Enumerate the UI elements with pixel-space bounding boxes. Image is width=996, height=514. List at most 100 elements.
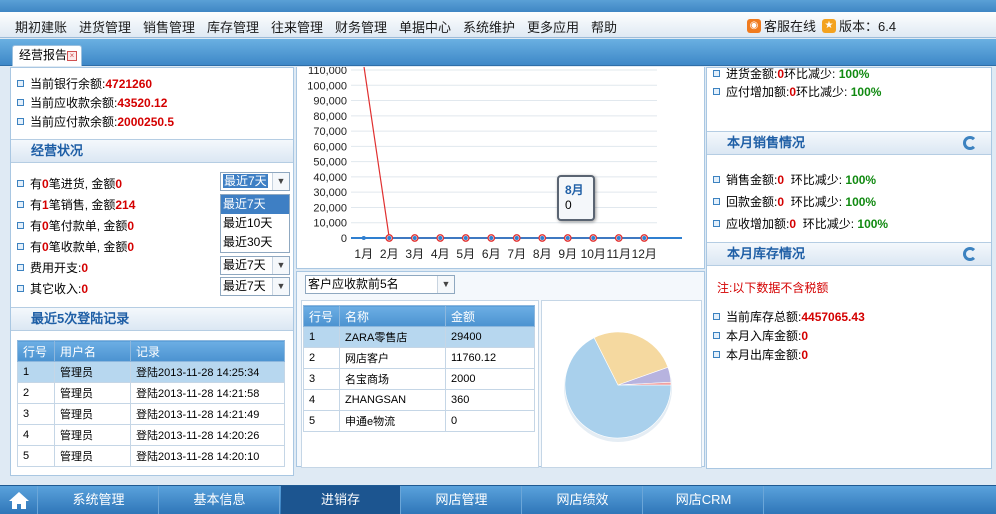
payable-increase-line: 应付增加额: 0 环比减少: 100% [713,83,881,100]
income-period-select[interactable]: 最近7天 ▼ [220,277,290,296]
col-row-no: 行号 [17,340,55,362]
refresh-icon[interactable] [963,247,977,261]
menu-documents[interactable]: 单据中心 [399,17,451,36]
menu-system[interactable]: 系统维护 [463,17,515,36]
monthly-sales-title: 本月销售情况 [727,135,806,150]
tab-business-report[interactable]: 经营报告 × [12,45,82,66]
menu-purchase[interactable]: 进货管理 [79,17,131,36]
tooltip-value: 0 [565,198,572,212]
y-tick-label: 40,000 [313,172,347,184]
data-point [489,236,494,240]
menu-accounts[interactable]: 往来管理 [271,17,323,36]
menu-sales[interactable]: 销售管理 [143,17,195,36]
period-option[interactable]: 最近7天 [221,195,289,214]
col-record: 记录 [130,340,285,362]
receivable-increase-line: 应收增加额: 0 环比减少: 100% [713,215,888,232]
period-option[interactable]: 最近10天 [221,214,289,233]
cell: 网店客户 [339,347,446,369]
payable-balance-value: 2000250.5 [117,114,175,129]
y-tick-label: 110,000 [308,67,347,77]
bullet-icon [17,80,24,87]
other-income-label: 其它收入: [30,282,82,296]
text: 有 [30,240,43,254]
table-row[interactable]: 4 ZHANGSAN 360 [303,389,535,411]
stock-total-line: 当前库存总额: 4457065.43 [713,308,865,325]
table-row[interactable]: 3 管理员 登陆2013-11-28 14:21:49 [17,403,285,425]
bullet-icon [17,201,24,208]
percent: 100% [857,216,889,231]
bullet-icon [17,118,24,125]
collection-amount-line: 回款金额: 0 环比减少: 100% [713,193,876,210]
period-select[interactable]: 最近7天 ▼ [220,172,290,191]
cell: 2 [17,382,55,404]
value: 0 [789,216,797,231]
close-icon[interactable]: × [67,51,77,61]
nav-shop-crm[interactable]: 网店CRM [644,486,764,514]
x-tick-label: 11月 [607,247,631,261]
x-tick-label: 1月 [354,247,373,261]
table-row[interactable]: 5 管理员 登陆2013-11-28 14:20:10 [17,445,285,467]
tab-strip: 经营报告 × [0,39,996,66]
monthly-sales-header: 本月销售情况 [707,131,991,155]
menu-help[interactable]: 帮助 [591,17,617,36]
menu-inventory[interactable]: 库存管理 [207,17,259,36]
data-point [412,236,417,240]
cell: 登陆2013-11-28 14:21:58 [130,382,285,404]
percent: 100% [838,66,870,81]
business-status-header: 经营状况 [11,139,293,163]
bank-balance-label: 当前银行余额: [30,77,106,91]
value: 0 [801,347,809,362]
table-row[interactable]: 1 管理员 登陆2013-11-28 14:25:34 [17,361,285,383]
menu-finance[interactable]: 财务管理 [335,17,387,36]
refresh-icon[interactable] [963,136,977,150]
bullet-icon [17,243,24,250]
cell: 管理员 [54,403,131,425]
cell: 管理员 [54,382,131,404]
receipt-amount: 0 [127,239,135,254]
bullet-icon [713,198,720,205]
tax-note: 注:以下数据不含税额 [717,281,829,295]
percent: 100% [850,84,882,99]
cell: 登陆2013-11-28 14:20:26 [130,424,285,446]
income-period-value: 最近7天 [223,279,266,293]
ranking-select[interactable]: 客户应收款前5名 ▼ [305,275,455,294]
nav-shop-admin[interactable]: 网店管理 [402,486,522,514]
text: 环比减少: [790,173,843,187]
data-point [642,236,647,240]
table-row[interactable]: 4 管理员 登陆2013-11-28 14:20:26 [17,424,285,446]
cell: ZHANGSAN [339,389,446,411]
y-tick-label: 10,000 [313,218,347,230]
table-row[interactable]: 2 网店客户 11760.12 [303,347,535,369]
customer-table: 行号 名称 金额 1 ZARA零售店 29400 2 网店客户 11760.12… [303,305,535,432]
chevron-down-icon: ▼ [437,276,454,293]
col-username: 用户名 [54,340,131,362]
table-row[interactable]: 5 申通e物流 0 [303,410,535,432]
nav-system-admin[interactable]: 系统管理 [39,486,159,514]
home-button[interactable] [0,486,38,514]
version-info: ★ 版本：6.4 [822,16,896,35]
value: 0 [789,84,797,99]
bullet-icon [713,88,720,95]
table-row[interactable]: 1 ZARA零售店 29400 [303,326,535,348]
login-records-header: 最近5次登陆记录 [11,307,293,331]
nav-shop-performance[interactable]: 网店绩效 [523,486,643,514]
expense-period-select[interactable]: 最近7天 ▼ [220,256,290,275]
menu-more-apps[interactable]: 更多应用 [527,17,579,36]
pie-box [541,300,702,468]
receivable-pie-chart [564,331,672,442]
cell: 5 [303,410,340,432]
purchase-amount-line: 进货金额: 0 环比减少: 100% [713,65,869,82]
nav-basic-info[interactable]: 基本信息 [160,486,280,514]
service-online-link[interactable]: ◉ 客服在线 [747,16,816,35]
menu-opening-accounts[interactable]: 期初建账 [15,17,67,36]
table-row[interactable]: 3 名宝商场 2000 [303,368,535,390]
cell: 3 [17,403,55,425]
payable-balance-label: 当前应付款余额: [30,115,118,129]
receipt-count: 0 [42,239,49,254]
receivable-balance-label: 当前应收款余额: [30,96,118,110]
nav-inventory-sales[interactable]: 进销存 [281,486,401,514]
stock-out-line: 本月出库金额: 0 [713,346,808,363]
table-row[interactable]: 2 管理员 登陆2013-11-28 14:21:58 [17,382,285,404]
period-option[interactable]: 最近30天 [221,233,289,252]
chevron-down-icon: ▼ [272,173,289,190]
